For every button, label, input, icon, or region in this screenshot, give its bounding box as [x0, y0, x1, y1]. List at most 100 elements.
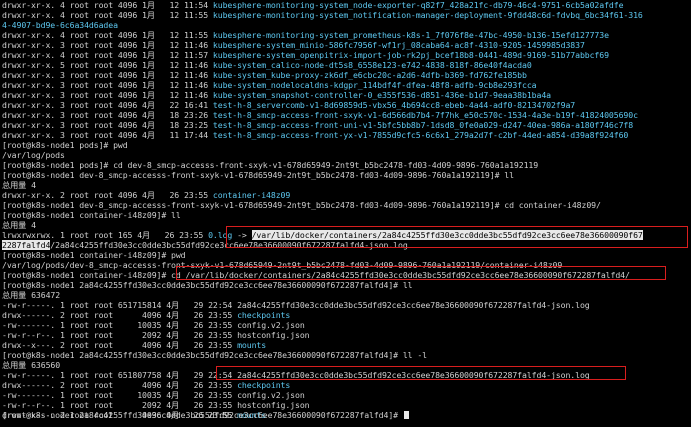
directory-name: test-h-8_servercomb-v1-8d69859d5-vbx56_4…: [212, 100, 576, 110]
line-text: drwxr-xr-x. 4 root root 4096 1月 12 11:55: [2, 30, 213, 40]
terminal-line: drwx------. 2 root root 4096 4月 26 23:55…: [2, 380, 290, 390]
line-text: drwx------. 2 root root 4096 4月 26 23:55: [2, 310, 238, 320]
final-prompt-line[interactable]: [root@k8s-node1 2a84c4255ffd30e3cc0dde3b…: [2, 410, 409, 420]
directory-name: 4-4907-bd9e-6c6a34d6adea: [2, 20, 118, 30]
line-text: [root@k8s-node1 pods]# pwd: [2, 140, 128, 150]
line-text: drwxr-xr-x. 3 root root 4096 1月 12 11:46: [2, 80, 213, 90]
line-text: drwxr-xr-x. 3 root root 4096 1月 12 11:46: [2, 90, 213, 100]
cd-command-line: [root@k8s-node1 container-i48z09]# cd /v…: [2, 270, 630, 280]
directory-name: kube-system_snapshot-controller-0_e355f5…: [212, 90, 551, 100]
terminal-window[interactable]: drwxr-xr-x. 4 root root 4096 1月 12 11:54…: [0, 0, 691, 427]
line-text: drwxr-xr-x. 3 root root 4096 4月 18 23:25: [2, 120, 213, 130]
symlink-rest: /2a84c4255ffd30e3cc0dde3bc55dfd92ce3cc6e…: [50, 240, 408, 250]
terminal-line: drwxr-xr-x. 4 root root 4096 1月 12 11:54…: [2, 0, 624, 10]
terminal-line: drwxr-xr-x. 3 root root 4096 1月 12 11:46…: [2, 40, 585, 50]
terminal-line: [root@k8s-node1 dev-8_smcp-accesss-front…: [2, 170, 514, 180]
directory-name: kubesphere-monitoring-system_prometheus-…: [212, 30, 609, 40]
directory-name: checkpoints: [237, 310, 291, 320]
json-log-prefix: -rw-r-----. 1 root root 651807758 4月 29 …: [2, 370, 238, 380]
directory-name: kubesphere-monitoring-system_notificatio…: [212, 10, 643, 20]
terminal-line: -rw-------. 1 root root 10035 4月 26 23:5…: [2, 390, 305, 400]
terminal-line: 4-4907-bd9e-6c6a34d6adea: [2, 20, 118, 30]
terminal-line: 总用量 636560: [2, 360, 60, 370]
terminal-line: drwxr-xr-x. 4 root root 4096 1月 12 11:55…: [2, 30, 609, 40]
directory-name: kube-system_nodelocaldns-kdgpr_114bdf4f-…: [212, 80, 537, 90]
terminal-line: 总用量 636472: [2, 290, 60, 300]
terminal-line: drwxr-xr-x. 3 root root 4096 4月 22 16:41…: [2, 100, 575, 110]
line-text: 总用量 636560: [2, 360, 61, 370]
symlink-target-cont: 2287falfd4: [2, 240, 51, 250]
directory-name: mounts: [237, 340, 267, 350]
terminal-line: 总用量 4: [2, 220, 36, 230]
terminal-line: drwxr-xr-x. 3 root root 4096 1月 12 11:46…: [2, 80, 537, 90]
line-text: 总用量 636472: [2, 290, 61, 300]
terminal-line: [root@k8s-node1 pods]# cd dev-8_smcp-acc…: [2, 160, 538, 170]
directory-name: kubesphere-system_minio-586fc7956f-wf1rj…: [212, 40, 585, 50]
terminal-line: [root@k8s-node1 container-i48z09]# pwd: [2, 250, 186, 260]
terminal-line: [root@k8s-node1 pods]# pwd: [2, 140, 128, 150]
terminal-line: drwxr-xr-x. 3 root root 4096 4月 18 23:25…: [2, 120, 633, 130]
symlink-target: /var/lib/docker/containers/2a84c4255ffd3…: [251, 230, 643, 240]
line-text: -rw-r--r--. 1 root root 2092 4月 26 23:55…: [2, 330, 310, 340]
terminal-line: -rw-------. 1 root root 10035 4月 26 23:5…: [2, 320, 305, 330]
terminal-line: 总用量 4: [2, 180, 36, 190]
terminal-line: -rw-r--r--. 1 root root 2092 4月 26 23:55…: [2, 330, 310, 340]
line-text: drwxr-xr-x. 3 root root 4096 1月 12 11:46: [2, 40, 213, 50]
json-log-line: -rw-r-----. 1 root root 651807758 4月 29 …: [2, 370, 590, 380]
line-text: drwxr-xr-x. 3 root root 4096 1月 12 11:46: [2, 70, 213, 80]
symlink-arrow: ->: [232, 230, 252, 240]
terminal-line: -rw-r-----. 1 root root 651715814 4月 29 …: [2, 300, 590, 310]
terminal-line: [root@k8s-node1 dev-8_smcp-accesss-front…: [2, 200, 601, 210]
text-cursor: [403, 411, 409, 419]
directory-name: test-h-8_smcp-access-front-uni-v1-5bfc5b…: [212, 120, 634, 130]
line-text: -rw-------. 1 root root 10035 4月 26 23:5…: [2, 320, 305, 330]
directory-name: test-h-8_smcp-access-front-yx-v1-7855d9c…: [212, 130, 629, 140]
line-text: drwxr-xr-x. 4 root root 4096 1月 12 11:54: [2, 0, 213, 10]
line-text: [root@k8s-node1 container-i48z09]# ll: [2, 210, 181, 220]
terminal-line: drwx--x---. 2 root root 4096 4月 26 23:55…: [2, 340, 266, 350]
line-text: [root@k8s-node1 2a84c4255ffd30e3cc0dde3b…: [2, 280, 413, 290]
cd-prompt: [root@k8s-node1 container-i48z09]#: [2, 270, 172, 280]
line-text: [root@k8s-node1 container-i48z09]# pwd: [2, 250, 186, 260]
line-text: [root@k8s-node1 2a84c4255ffd30e3cc0dde3b…: [2, 350, 427, 360]
terminal-line: /var/log/pods: [2, 150, 65, 160]
terminal-line: [root@k8s-node1 2a84c4255ffd30e3cc0dde3b…: [2, 350, 427, 360]
directory-name: test-h-8_smcp-access-front-sxyk-v1-6d566…: [212, 110, 638, 120]
line-text: [root@k8s-node1 dev-8_smcp-accesss-front…: [2, 200, 601, 210]
directory-name: kubesphere-system_openpitrix-import-job-…: [212, 50, 609, 60]
terminal-line: drwxr-xr-x. 4 root root 4096 1月 12 11:55…: [2, 10, 643, 20]
terminal-line: drwxr-xr-x. 3 root root 4096 4月 11 17:44…: [2, 130, 628, 140]
directory-name: kube-system_kube-proxy-zk6df_e6cbc20c-a2…: [212, 70, 527, 80]
line-text: drwxr-xr-x. 4 root root 4096 1月 12 11:57: [2, 50, 213, 60]
cd-command: cd /var/lib/docker/containers/2a84c4255f…: [171, 270, 630, 280]
line-text: -rw-r-----. 1 root root 651715814 4月 29 …: [2, 300, 590, 310]
line-text: drwxr-xr-x. 3 root root 4096 4月 18 23:26: [2, 110, 213, 120]
line-text: drwx--x---. 2 root root 4096 4月 26 23:55: [2, 340, 238, 350]
terminal-line: drwxr-xr-x. 3 root root 4096 1月 12 11:46…: [2, 90, 551, 100]
line-text: -rw-------. 1 root root 10035 4月 26 23:5…: [2, 390, 305, 400]
line-text: [root@k8s-node1 dev-8_smcp-accesss-front…: [2, 170, 514, 180]
line-text: [root@k8s-node1 pods]# cd dev-8_smcp-acc…: [2, 160, 539, 170]
line-text: drwxr-xr-x. 4 root root 4096 1月 12 11:55: [2, 10, 213, 20]
terminal-line: [root@k8s-node1 2a84c4255ffd30e3cc0dde3b…: [2, 280, 413, 290]
line-text: drwxr-xr-x. 3 root root 4096 4月 22 16:41: [2, 100, 213, 110]
terminal-line: /var/log/pods/dev-8_smcp-accesss-front-s…: [2, 260, 562, 270]
line-text: drwxr-xr-x. 2 root root 4096 4月 26 23:55: [2, 190, 213, 200]
directory-name: checkpoints: [237, 380, 291, 390]
terminal-line: drwxr-xr-x. 3 root root 4096 4月 18 23:26…: [2, 110, 638, 120]
line-text: /var/log/pods/dev-8_smcp-accesss-front-s…: [2, 260, 563, 270]
terminal-line: drwxr-xr-x. 3 root root 4096 1月 12 11:46…: [2, 70, 527, 80]
terminal-line: [root@k8s-node1 container-i48z09]# ll: [2, 210, 181, 220]
terminal-line: drwxr-xr-x. 2 root root 4096 4月 26 23:55…: [2, 190, 290, 200]
final-prompt: [root@k8s-node1 2a84c4255ffd30e3cc0dde3b…: [2, 410, 403, 420]
line-text: 总用量 4: [2, 220, 36, 230]
symlink-line: lrwxrwxrwx. 1 root root 165 4月 26 23:55 …: [2, 230, 643, 240]
directory-name: kube-system_calico-node-dt5s8_6558e123-e…: [212, 60, 532, 70]
terminal-line: -rw-r--r--. 1 root root 2092 4月 26 23:55…: [2, 400, 310, 410]
line-text: drwxr-xr-x. 3 root root 4096 4月 11 17:44: [2, 130, 213, 140]
symlink-prefix: lrwxrwxrwx. 1 root root 165 4月 26 23:55: [2, 230, 209, 240]
line-text: 总用量 4: [2, 180, 36, 190]
terminal-line: drwxr-xr-x. 5 root root 4096 1月 12 11:46…: [2, 60, 532, 70]
directory-name: container-i48z09: [212, 190, 291, 200]
terminal-line: drwxr-xr-x. 4 root root 4096 1月 12 11:57…: [2, 50, 609, 60]
